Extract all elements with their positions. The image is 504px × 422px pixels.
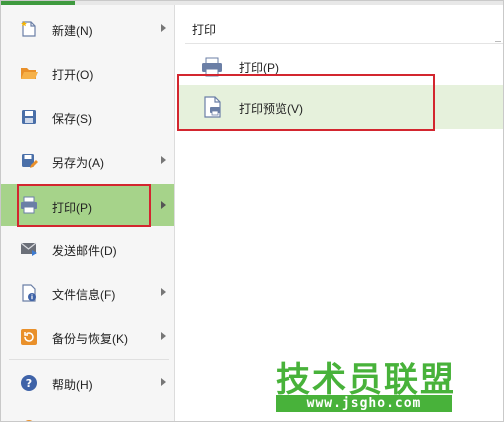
menu-item-backup[interactable]: 备份与恢复(K) (1, 317, 174, 357)
menu-item-file-info[interactable]: 文件信息(F) (1, 273, 174, 313)
submenu-title-divider (185, 43, 503, 44)
watermark-url: www.jsgho.com (276, 395, 452, 412)
menu-item-new[interactable]: 新建(N) (1, 9, 174, 49)
chevron-right-icon (161, 201, 166, 209)
menu-separator (9, 359, 169, 360)
menu-item-label: 帮助(H) (52, 378, 93, 392)
help-icon: ? (21, 375, 37, 391)
menu-item-label: 发送邮件(D) (52, 244, 117, 258)
mail-icon (20, 242, 37, 256)
menu-item-partial[interactable] (1, 409, 174, 421)
menu-item-label: 文件信息(F) (52, 288, 116, 302)
svg-text:?: ? (26, 377, 32, 390)
save-as-icon (22, 154, 38, 168)
chevron-right-icon (161, 332, 166, 340)
scroll-indicator (495, 41, 501, 42)
menu-item-label: 保存(S) (52, 112, 92, 126)
gear-icon (25, 420, 33, 421)
menu-item-open[interactable]: 打开(O) (1, 53, 174, 93)
chevron-right-icon (161, 24, 166, 32)
backup-icon (21, 329, 37, 345)
chevron-right-icon (161, 288, 166, 296)
menu-item-label: 另存为(A) (52, 156, 104, 170)
menu-item-save-as[interactable]: 另存为(A) (1, 141, 174, 181)
site-watermark: 技术员联盟 www.jsgho.com (270, 352, 460, 422)
chevron-right-icon (161, 156, 166, 164)
chevron-right-icon (161, 378, 166, 386)
print-preview-highlight-box (177, 74, 435, 131)
print-highlight-box (17, 184, 151, 227)
new-file-icon (21, 21, 36, 37)
menu-item-label: 备份与恢复(K) (52, 332, 128, 346)
menu-item-label: 新建(N) (52, 24, 93, 38)
save-icon (22, 110, 36, 124)
menu-item-save[interactable]: 保存(S) (1, 97, 174, 137)
menu-item-help[interactable]: ? 帮助(H) (1, 363, 174, 403)
watermark-text: 技术员联盟 (276, 360, 456, 400)
open-folder-icon (21, 68, 38, 79)
menu-item-label: 打开(O) (52, 68, 94, 82)
file-info-icon (22, 284, 36, 302)
submenu-title: 打印 (192, 23, 217, 37)
menu-item-send-mail[interactable]: 发送邮件(D) (1, 229, 174, 269)
